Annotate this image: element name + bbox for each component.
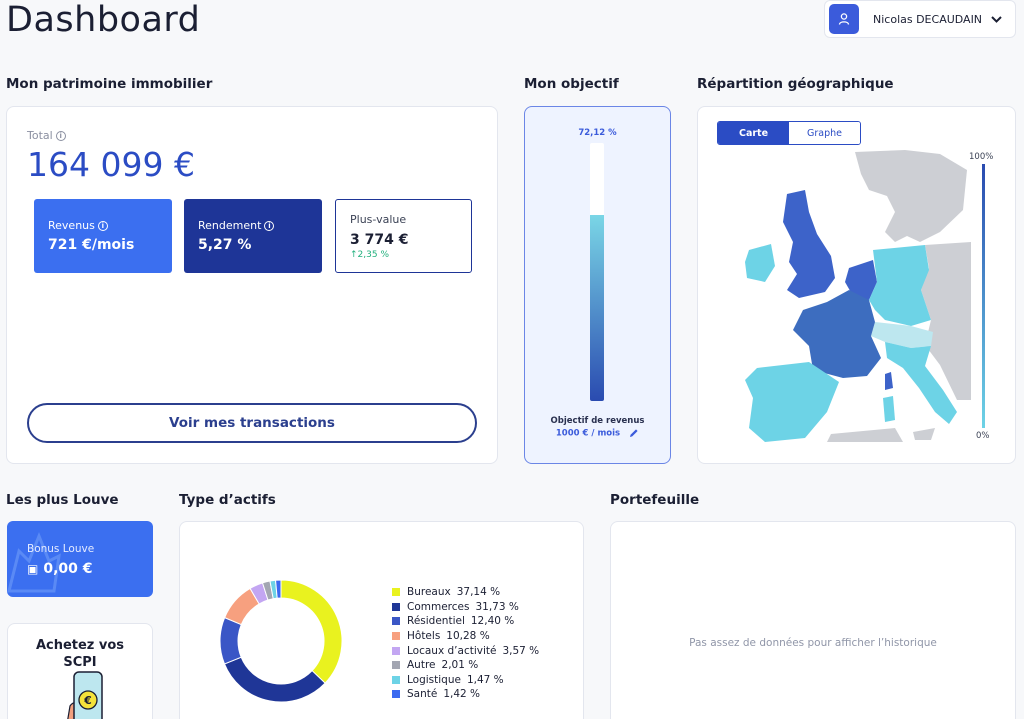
legend-value: 10,28 %	[446, 630, 490, 643]
objectif-gauge-fill	[590, 214, 604, 401]
geo-tabs: Carte Graphe	[717, 121, 861, 145]
legend-item: Logistique 1,47 %	[392, 673, 577, 688]
legend-value: 31,73 %	[475, 600, 519, 613]
legend-swatch	[392, 588, 400, 597]
revenus-card: Revenus i 721 €/mois	[34, 199, 172, 273]
user-menu[interactable]: Nicolas DECAUDAIN	[824, 0, 1016, 38]
plus-value-card: Plus-value 3 774 € ↑2,35 %	[335, 199, 472, 273]
legend-item: Locaux d’activité 3,57 %	[392, 643, 577, 658]
legend-value: 37,14 %	[456, 586, 501, 599]
rendement-card: Rendement i 5,27 %	[184, 199, 322, 273]
legend-swatch	[392, 646, 400, 655]
svg-text:€: €	[83, 694, 92, 707]
legend-item: Santé 1,42 %	[392, 687, 577, 702]
legend-label: Locaux d’activité	[407, 644, 497, 657]
legend-value: 2,01 %	[441, 659, 479, 672]
legend-swatch	[392, 632, 400, 641]
plus-value-delta: ↑2,35 %	[350, 250, 389, 260]
europe-map[interactable]	[735, 150, 971, 442]
promo-card[interactable]: Achetez vos SCPI €	[7, 623, 153, 719]
plus-value-value: 3 774 €	[350, 232, 409, 248]
total-label: Total i	[27, 129, 66, 142]
scale-max-label: 100%	[969, 152, 994, 162]
legend-label: Santé	[407, 688, 438, 701]
legend-value: 1,42 %	[443, 688, 481, 701]
legend-item: Bureaux 37,14 %	[392, 585, 577, 600]
donut-slice-1[interactable]	[223, 656, 326, 703]
total-value: 164 099 €	[27, 145, 195, 184]
legend-label: Hôtels	[407, 630, 441, 643]
edit-icon[interactable]	[629, 428, 639, 438]
legend-label: Résidentiel	[407, 615, 465, 628]
page-title: Dashboard	[6, 0, 201, 40]
donut-slice-0[interactable]	[280, 579, 343, 684]
info-icon[interactable]: i	[97, 221, 108, 231]
scale-bar	[982, 164, 985, 428]
objectif-amount[interactable]: 1000 € / mois	[525, 428, 670, 439]
legend-item: Résidentiel 12,40 %	[392, 614, 577, 629]
gift-icon: ▣	[27, 562, 39, 576]
transactions-button[interactable]: Voir mes transactions	[27, 403, 477, 443]
rendement-label: Rendement i	[198, 219, 322, 232]
legend-item: Hôtels 10,28 %	[392, 629, 577, 644]
legend-label: Commerces	[407, 600, 470, 613]
louve-section-title: Les plus Louve	[6, 492, 119, 508]
legend-value: 1,47 %	[466, 673, 504, 686]
promo-title: Achetez vos SCPI	[35, 638, 125, 670]
legend-item: Commerces 31,73 %	[392, 600, 577, 615]
revenus-value: 721 €/mois	[48, 237, 135, 253]
asset-legend: Bureaux 37,14 % Commerces 31,73 % Résidentie…	[392, 585, 577, 702]
objectif-caption: Objectif de revenus	[550, 416, 645, 426]
revenus-label: Revenus i	[48, 219, 172, 232]
legend-swatch	[392, 602, 400, 611]
geo-section-title: Répartition géographique	[697, 76, 894, 92]
objectif-section-title: Mon objectif	[524, 76, 619, 92]
bonus-value: ▣ 0,00 €	[27, 561, 93, 577]
legend-swatch	[392, 661, 400, 670]
rendement-value: 5,27 %	[198, 237, 252, 253]
info-icon[interactable]: i	[264, 221, 275, 231]
portefeuille-card: Pas assez de données pour afficher l’his…	[610, 521, 1016, 719]
portefeuille-section-title: Portefeuille	[610, 492, 700, 508]
legend-label: Logistique	[407, 673, 461, 686]
bonus-label: Bonus Louve	[27, 543, 95, 555]
arrow-up-icon: ↑	[350, 250, 358, 260]
legend-item: Autre 2,01 %	[392, 658, 577, 673]
asset-donut-chart	[219, 579, 343, 703]
info-icon[interactable]: i	[55, 131, 66, 141]
objectif-percent: 72,12 %	[578, 128, 617, 138]
legend-value: 3,57 %	[502, 644, 540, 657]
legend-swatch	[392, 690, 400, 699]
legend-swatch	[392, 617, 400, 626]
objectif-gauge	[590, 143, 604, 401]
actifs-section-title: Type d’actifs	[179, 492, 276, 508]
bonus-card: Bonus Louve ▣ 0,00 €	[7, 521, 153, 597]
chevron-down-icon	[991, 16, 1002, 23]
plus-value-label: Plus-value	[350, 213, 407, 226]
scale-min-label: 0%	[976, 431, 990, 441]
patrimoine-section-title: Mon patrimoine immobilier	[6, 76, 213, 92]
legend-label: Bureaux	[407, 586, 451, 599]
tab-graphe[interactable]: Graphe	[789, 122, 860, 144]
objectif-card: 72,12 % Objectif de revenus 1000 € / moi…	[524, 106, 671, 464]
tab-carte[interactable]: Carte	[718, 122, 789, 144]
phone-euro-icon: €	[67, 671, 103, 719]
legend-label: Autre	[407, 659, 436, 672]
legend-value: 12,40 %	[470, 615, 515, 628]
user-icon	[829, 4, 859, 34]
portefeuille-empty-message: Pas assez de données pour afficher l’his…	[689, 637, 937, 649]
legend-swatch	[392, 675, 400, 684]
donut-slice-2[interactable]	[219, 616, 242, 665]
user-name: Nicolas DECAUDAIN	[873, 12, 983, 26]
